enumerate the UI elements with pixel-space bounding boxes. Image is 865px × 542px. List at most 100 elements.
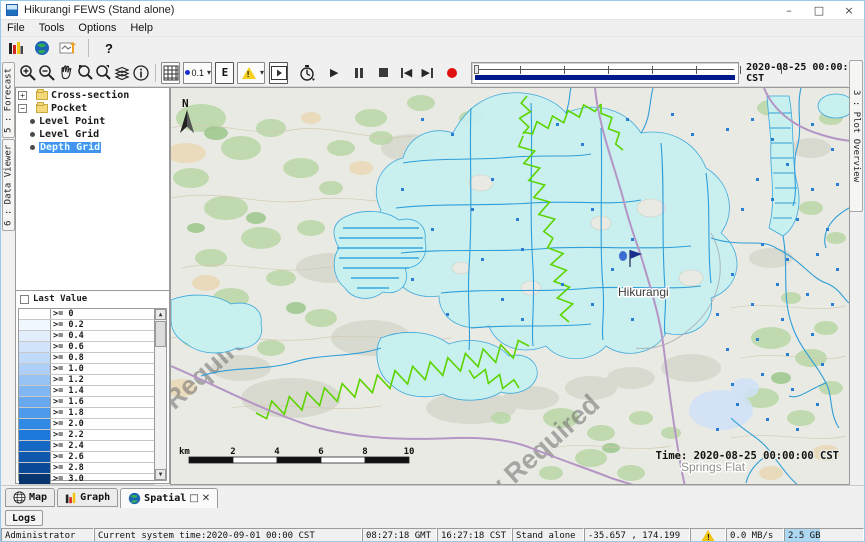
- record-movie-button[interactable]: [443, 62, 462, 84]
- grid-display-button[interactable]: [161, 62, 180, 84]
- legend-row[interactable]: >= 2.0: [19, 419, 154, 430]
- legend-row[interactable]: >= 1.8: [19, 408, 154, 419]
- legend-row[interactable]: >= 0: [19, 309, 154, 320]
- expand-icon[interactable]: +: [18, 91, 27, 100]
- logs-button[interactable]: Logs: [5, 510, 43, 526]
- tree-node-pocket[interactable]: − Pocket: [16, 102, 169, 114]
- tree-leaf-label[interactable]: Level Point: [39, 116, 105, 127]
- play-button[interactable]: ▶: [325, 62, 344, 84]
- scrollbar-thumb[interactable]: [155, 321, 166, 347]
- thresholds-warning-dropdown[interactable]: ! ▾: [237, 62, 265, 84]
- record-icon: [447, 68, 457, 78]
- tab-spatial[interactable]: Spatial □ ✕: [120, 488, 218, 509]
- svg-text:6: 6: [318, 447, 323, 457]
- pan-icon[interactable]: [57, 62, 76, 84]
- data-viewer-panel: + Cross-section − Pocket Level Point Lev…: [15, 87, 170, 484]
- tree-node-label[interactable]: Pocket: [51, 103, 87, 114]
- zoom-next-icon[interactable]: [94, 62, 113, 84]
- bullet-icon: [30, 132, 35, 137]
- animation-dialog-button[interactable]: [269, 62, 288, 84]
- minimize-button[interactable]: –: [774, 1, 804, 19]
- wireframe-globe-icon: [13, 491, 26, 504]
- tab-data-viewer[interactable]: 6 : Data Viewer: [2, 139, 15, 231]
- threshold-dropdown[interactable]: 0.1 ▾: [183, 62, 212, 84]
- tree-leaf-label[interactable]: Level Grid: [39, 129, 99, 140]
- tree-leaf-depth-grid[interactable]: Depth Grid: [16, 141, 169, 153]
- legend-row[interactable]: >= 3.0: [19, 474, 154, 485]
- legend-label: >= 1.0: [51, 364, 154, 374]
- skip-to-start-button[interactable]: ◀: [397, 62, 416, 84]
- legend-label: >= 0.6: [51, 342, 154, 352]
- tab-forecast[interactable]: 5 : Forecast: [2, 62, 15, 138]
- close-tab-icon[interactable]: ✕: [202, 493, 210, 504]
- last-value-checkbox[interactable]: [20, 295, 29, 304]
- scroll-down-icon[interactable]: ▼: [155, 469, 166, 480]
- time-slider-ruler: [476, 69, 734, 70]
- menu-help[interactable]: Help: [130, 22, 153, 34]
- toolbar-separator: [155, 64, 156, 82]
- legend-row[interactable]: >= 2.4: [19, 441, 154, 452]
- legend-row[interactable]: >= 1.4: [19, 386, 154, 397]
- legend-row[interactable]: >= 0.6: [19, 342, 154, 353]
- legend-row[interactable]: >= 1.6: [19, 397, 154, 408]
- tree-node-label[interactable]: Cross-section: [51, 90, 129, 101]
- tab-plot-overview[interactable]: 3 : Plot Overview: [849, 60, 863, 212]
- legend-color-swatch: [19, 408, 51, 418]
- close-button[interactable]: ×: [834, 1, 864, 19]
- tab-map[interactable]: Map: [5, 488, 55, 507]
- scroll-up-icon[interactable]: ▲: [155, 309, 166, 320]
- stop-button[interactable]: [374, 62, 393, 84]
- zoom-out-icon[interactable]: [38, 62, 57, 84]
- time-slider[interactable]: [471, 62, 739, 84]
- tree-leaf-level-grid[interactable]: Level Grid: [16, 128, 169, 140]
- zoom-previous-icon[interactable]: [75, 62, 94, 84]
- legend-row[interactable]: >= 2.8: [19, 463, 154, 474]
- help-button[interactable]: ?: [98, 37, 120, 59]
- explorer-icon[interactable]: [5, 37, 27, 59]
- menu-tools[interactable]: Tools: [39, 22, 65, 34]
- animation-clock-icon[interactable]: [298, 62, 317, 84]
- pause-button[interactable]: [350, 62, 369, 84]
- legend-color-swatch: [19, 430, 51, 440]
- undock-icon[interactable]: □: [189, 493, 198, 504]
- legend-row[interactable]: >= 1.0: [19, 364, 154, 375]
- info-icon[interactable]: [132, 62, 151, 84]
- legend-row[interactable]: >= 2.2: [19, 430, 154, 441]
- legend-row[interactable]: >= 0.2: [19, 320, 154, 331]
- globe-icon: [128, 492, 141, 505]
- legend-row[interactable]: >= 2.6: [19, 452, 154, 463]
- layers-icon[interactable]: [113, 62, 132, 84]
- collapse-icon[interactable]: −: [18, 104, 27, 113]
- time-slider-handle[interactable]: [474, 65, 479, 74]
- tab-graph[interactable]: Graph: [57, 488, 118, 507]
- skip-to-end-button[interactable]: ▶: [418, 62, 437, 84]
- legend-row[interactable]: >= 1.2: [19, 375, 154, 386]
- legend-row[interactable]: >= 0.8: [19, 353, 154, 364]
- contour-label-button[interactable]: E: [215, 62, 234, 84]
- title-bar[interactable]: Hikurangi FEWS (Stand alone) – □ ×: [1, 1, 864, 20]
- globe-icon[interactable]: [31, 37, 53, 59]
- legend-scrollbar[interactable]: ▲ ▼: [154, 309, 166, 480]
- tree-leaf-level-point[interactable]: Level Point: [16, 115, 169, 127]
- maximize-button[interactable]: □: [804, 1, 834, 19]
- zoom-in-icon[interactable]: [19, 62, 38, 84]
- timeseries-dialog-icon[interactable]: [57, 37, 79, 59]
- scale-bar: km 2 4 6 8 10: [179, 447, 414, 463]
- svg-text:8: 8: [362, 447, 367, 457]
- menu-file[interactable]: File: [7, 22, 25, 34]
- tree-leaf-label-selected[interactable]: Depth Grid: [39, 142, 101, 153]
- main-toolbar: ?: [1, 37, 864, 59]
- folder-icon: [36, 91, 48, 100]
- status-system-time: Current system time:2020-09-01 00:00 CST: [94, 528, 362, 542]
- legend-color-swatch: [19, 309, 51, 319]
- window-title: Hikurangi FEWS (Stand alone): [24, 4, 174, 16]
- map-canvas[interactable]: API Key Required API Key Required: [171, 88, 850, 485]
- status-warning[interactable]: !: [690, 528, 726, 542]
- tree-node-cross-section[interactable]: + Cross-section: [16, 89, 169, 101]
- legend-row[interactable]: >= 0.4: [19, 331, 154, 342]
- legend-label: >= 2.6: [51, 452, 154, 462]
- map-view[interactable]: API Key Required API Key Required: [170, 87, 850, 485]
- left-dock-strip: 5 : Forecast 6 : Data Viewer: [1, 61, 15, 484]
- status-mode: Stand alone: [512, 528, 584, 542]
- menu-options[interactable]: Options: [78, 22, 116, 34]
